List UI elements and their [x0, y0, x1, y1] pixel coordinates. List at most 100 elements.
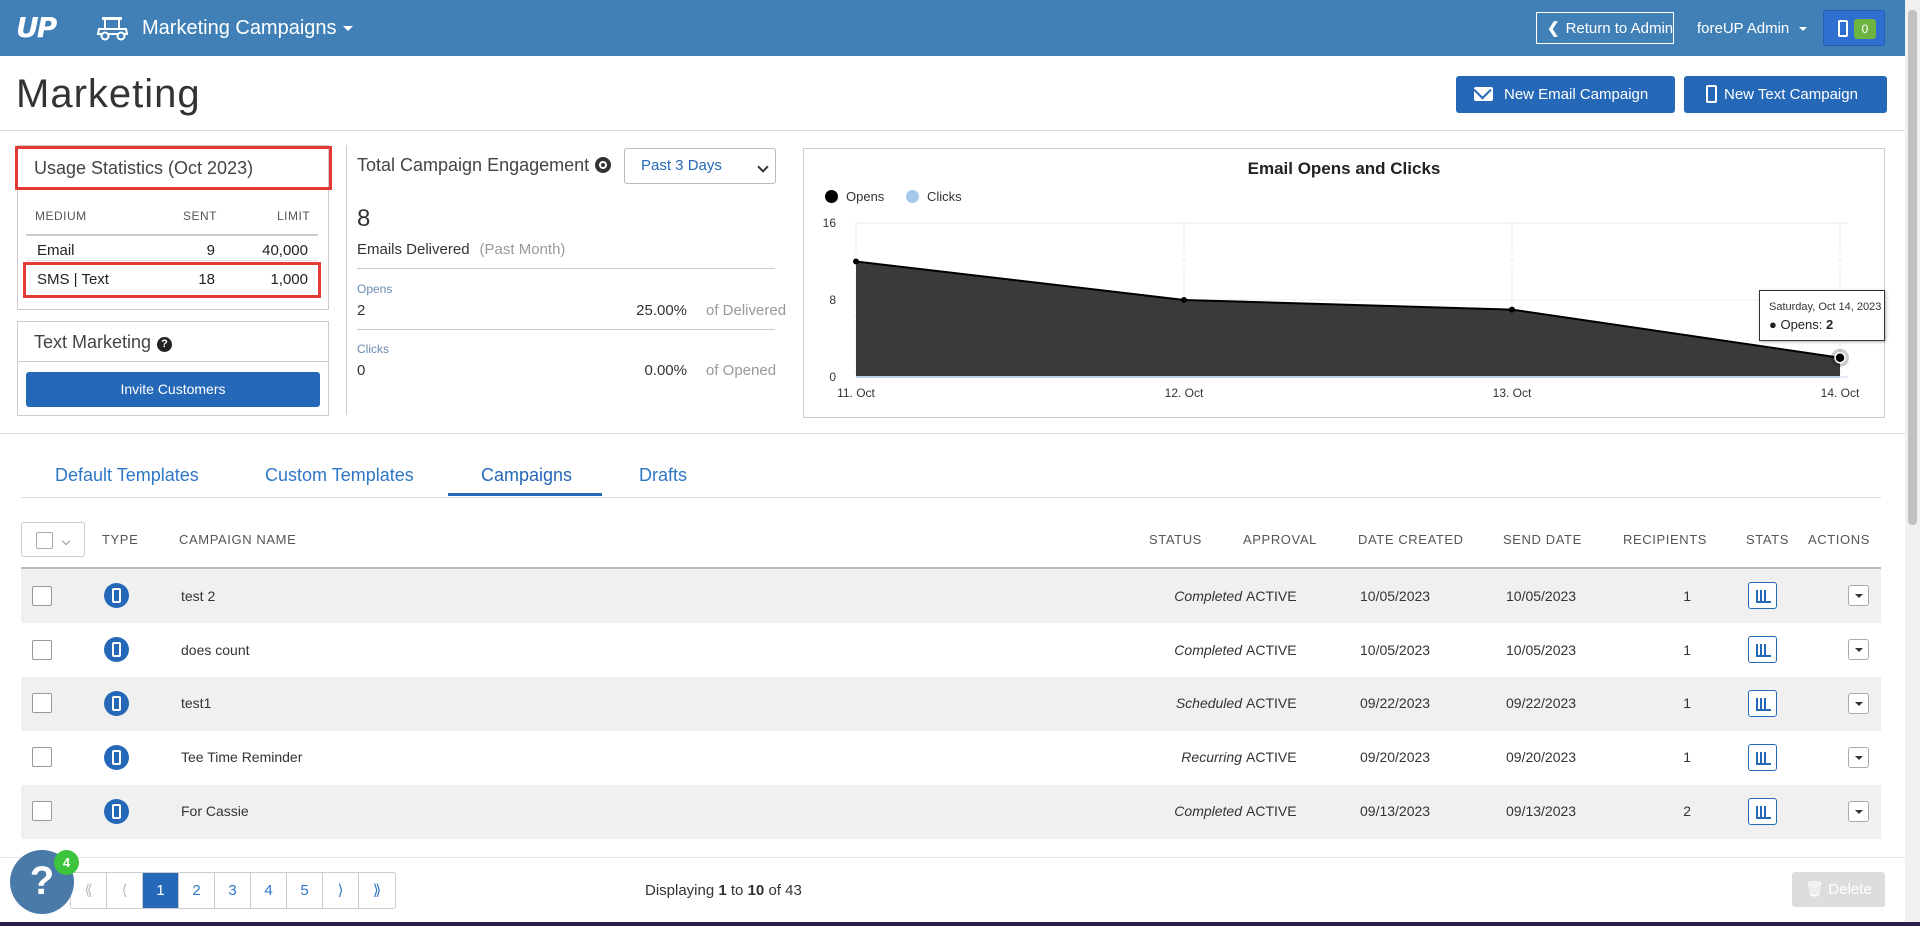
next-page-button[interactable]: ⟩ [323, 873, 359, 908]
chevron-down-icon [757, 161, 769, 173]
first-page-button[interactable]: ⟪ [71, 873, 107, 908]
stats-chart-button[interactable] [1748, 744, 1777, 771]
campaign-name[interactable]: Tee Time Reminder [181, 749, 302, 765]
actions-dropdown-button[interactable] [1848, 585, 1869, 606]
last-page-button[interactable]: ⟫ [359, 873, 395, 908]
delete-label: Delete [1828, 881, 1872, 898]
stats-chart-button[interactable] [1748, 636, 1777, 663]
campaign-send-date: 09/20/2023 [1506, 749, 1577, 765]
actions-dropdown-button[interactable] [1848, 801, 1869, 822]
row-checkbox[interactable] [32, 747, 52, 767]
sms-type-icon [104, 637, 129, 662]
invite-customers-button[interactable]: Invite Customers [26, 372, 320, 407]
page-button-4[interactable]: 4 [251, 873, 287, 908]
table-row[interactable]: test1 Scheduled ACTIVE 09/22/2023 09/22/… [21, 677, 1881, 731]
campaign-approval: ACTIVE [1246, 749, 1297, 765]
column-header-status[interactable]: STATUS [1149, 532, 1202, 547]
campaign-name[interactable]: does count [181, 642, 250, 658]
campaign-date-created: 09/13/2023 [1360, 803, 1431, 819]
table-row[interactable]: For Cassie Completed ACTIVE 09/13/2023 0… [21, 785, 1881, 839]
admin-user-label: foreUP Admin [1697, 20, 1790, 37]
campaign-recipients: 1 [1683, 642, 1691, 658]
table-row[interactable]: does count Completed ACTIVE 10/05/2023 1… [21, 623, 1881, 677]
notification-count-badge: 0 [1854, 19, 1876, 39]
app-switcher[interactable]: Marketing Campaigns [142, 17, 353, 40]
campaign-approval: ACTIVE [1246, 642, 1297, 658]
table-row[interactable]: Tee Time Reminder Recurring ACTIVE 09/20… [21, 731, 1881, 785]
campaign-approval: ACTIVE [1246, 695, 1297, 711]
row-checkbox[interactable] [32, 693, 52, 713]
actions-dropdown-button[interactable] [1848, 747, 1869, 768]
stats-chart-button[interactable] [1748, 690, 1777, 717]
y-tick-label: 8 [829, 293, 836, 307]
scrollbar-thumb[interactable] [1908, 10, 1917, 525]
gear-icon[interactable] [595, 157, 612, 173]
page-button-2[interactable]: 2 [179, 873, 215, 908]
page-button-5[interactable]: 5 [287, 873, 323, 908]
table-row[interactable]: test 2 Completed ACTIVE 10/05/2023 10/05… [21, 569, 1881, 623]
envelope-icon [1474, 87, 1493, 101]
page-button-3[interactable]: 3 [215, 873, 251, 908]
sms-type-icon [104, 799, 129, 824]
stats-chart-button[interactable] [1748, 798, 1777, 825]
stats-chart-button[interactable] [1748, 582, 1777, 609]
emails-delivered-label: Emails Delivered (Past Month) [357, 241, 565, 258]
column-header-recipients[interactable]: RECIPIENTS [1623, 532, 1707, 547]
column-header-send-date[interactable]: SEND DATE [1503, 532, 1582, 547]
help-icon[interactable]: ? [157, 337, 173, 352]
campaign-date-created: 09/22/2023 [1360, 695, 1431, 711]
display-of-word: of [768, 882, 781, 899]
row-checkbox[interactable] [32, 640, 52, 660]
date-range-value: Past 3 Days [641, 157, 722, 174]
y-tick-label: 0 [829, 370, 836, 384]
row-checkbox[interactable] [32, 801, 52, 821]
row-checkbox[interactable] [32, 586, 52, 606]
page-button-1[interactable]: 1 [143, 873, 179, 908]
pagination-summary: Displaying 1 to 10 of 43 [645, 882, 802, 899]
tab-campaigns[interactable]: Campaigns [481, 465, 572, 486]
engagement-divider [357, 329, 775, 330]
actions-dropdown-button[interactable] [1848, 639, 1869, 660]
sms-notifications-button[interactable]: 0 [1823, 10, 1885, 46]
campaign-name[interactable]: test 2 [181, 588, 215, 604]
mobile-phone-icon [1706, 85, 1717, 103]
campaign-date-created: 10/05/2023 [1360, 642, 1431, 658]
admin-user-menu[interactable]: foreUP Admin [1697, 20, 1808, 37]
campaign-name[interactable]: test1 [181, 695, 211, 711]
sms-type-icon [104, 691, 129, 716]
data-point-opens [1509, 306, 1515, 313]
previous-page-button[interactable]: ⟨ [107, 873, 143, 908]
tab-default-templates[interactable]: Default Templates [55, 465, 199, 486]
date-range-select[interactable]: Past 3 Days [624, 148, 776, 184]
engagement-divider [357, 268, 775, 269]
legend-item-clicks[interactable]: Clicks [906, 189, 962, 204]
select-all-checkbox[interactable] [36, 532, 53, 549]
campaign-send-date: 09/22/2023 [1506, 695, 1577, 711]
legend-item-opens[interactable]: Opens [825, 189, 884, 204]
return-to-admin-button[interactable]: ❮ Return to Admin [1536, 12, 1674, 44]
display-to-word: to [730, 882, 744, 899]
return-to-admin-label: Return to Admin [1565, 20, 1674, 37]
actions-dropdown-button[interactable] [1848, 693, 1869, 714]
new-email-campaign-button[interactable]: New Email Campaign [1456, 76, 1675, 113]
app-logo[interactable]: UP [16, 11, 57, 44]
campaign-status: Recurring [1181, 749, 1242, 765]
x-tick-label: 12. Oct [1165, 386, 1204, 400]
text-marketing-title-text: Text Marketing [34, 332, 152, 352]
usage-sent-email: 9 [206, 242, 215, 259]
column-header-approval[interactable]: APPROVAL [1243, 532, 1317, 547]
column-header-date-created[interactable]: DATE CREATED [1358, 532, 1464, 547]
engagement-title-text: Total Campaign Engagement [357, 155, 590, 175]
column-header-campaign-name[interactable]: CAMPAIGN NAME [179, 532, 296, 547]
legend-marker-opens [825, 190, 838, 203]
campaign-recipients: 1 [1683, 749, 1691, 765]
chevron-left-icon: ❮ [1547, 20, 1560, 37]
tab-custom-templates[interactable]: Custom Templates [265, 465, 414, 486]
delete-button[interactable]: 🗑 Delete [1792, 872, 1885, 907]
new-text-campaign-button[interactable]: New Text Campaign [1684, 76, 1887, 113]
window-bottom-edge [0, 922, 1920, 926]
select-all-dropdown[interactable] [21, 522, 85, 557]
campaign-name[interactable]: For Cassie [181, 803, 249, 819]
campaign-date-created: 09/20/2023 [1360, 749, 1431, 765]
tab-drafts[interactable]: Drafts [639, 465, 687, 486]
